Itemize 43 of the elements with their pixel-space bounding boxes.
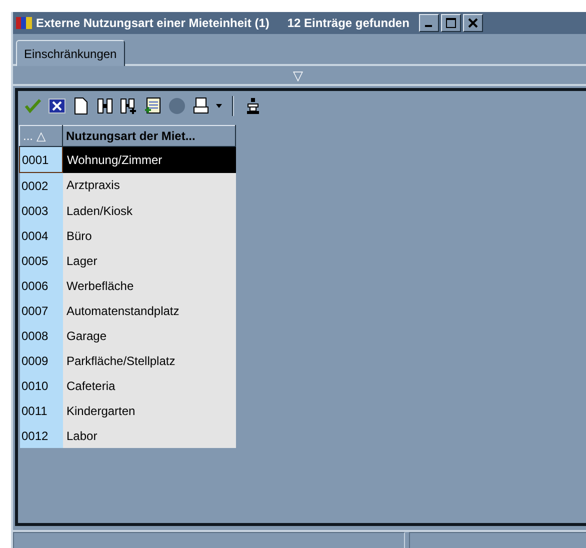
maximize-button[interactable] — [441, 14, 462, 32]
table-cell: 0009 — [20, 348, 62, 373]
table-cell[interactable]: Werbefläche — [62, 273, 236, 298]
table-cell[interactable]: Büro — [62, 223, 236, 248]
table-cell: 0001 — [20, 146, 62, 172]
table-cell: 0005 — [20, 248, 62, 273]
table-cell[interactable]: Laden/Kiosk — [62, 198, 236, 223]
table-cell: 0008 — [20, 323, 62, 348]
close-icon — [468, 18, 478, 28]
binoculars-icon[interactable] — [96, 97, 114, 115]
window-title: Externe Nutzungsart einer Mieteinheit (1) — [36, 16, 270, 30]
table-cell: 0007 — [20, 298, 62, 323]
table-cell: 0003 — [20, 198, 62, 223]
tab[interactable]: Einschränkungen — [16, 40, 125, 66]
table-cell[interactable]: Automatenstandplatz — [62, 298, 236, 323]
table-cell: 0011 — [20, 398, 62, 423]
document-icon[interactable] — [72, 97, 90, 115]
table-cell[interactable]: Labor — [62, 423, 236, 448]
printer-icon[interactable] — [192, 97, 210, 115]
app-icon — [16, 16, 32, 30]
table-cell[interactable]: Kindergarten — [62, 398, 236, 423]
record-count: 12 Einträge gefunden — [287, 16, 410, 30]
close-button[interactable] — [463, 14, 484, 32]
table-cell[interactable]: Garage — [62, 323, 236, 348]
close-icon[interactable] — [48, 97, 66, 115]
maximize-icon — [446, 18, 456, 28]
table-cell: 0012 — [20, 423, 62, 448]
binoculars-plus-icon[interactable] — [120, 97, 138, 115]
table-cell: 0004 — [20, 223, 62, 248]
table-cell: 0002 — [20, 172, 62, 198]
table-cell: 0006 — [20, 273, 62, 298]
table-cell[interactable]: Cafeteria — [62, 373, 236, 398]
check-icon[interactable] — [24, 97, 42, 115]
stamp-icon[interactable] — [244, 97, 262, 115]
table-cell[interactable]: Parkfläche/Stellplatz — [62, 348, 236, 373]
table-cell: 0010 — [20, 373, 62, 398]
table-import-icon[interactable] — [144, 97, 162, 115]
minimize-button[interactable] — [419, 14, 440, 32]
table-cell[interactable]: Wohnung/Zimmer — [62, 146, 236, 172]
table-cell[interactable]: Lager — [62, 248, 236, 273]
caret-icon[interactable] — [216, 104, 222, 108]
column-header[interactable]: Nutzungsart der Miet... — [62, 126, 236, 146]
table-cell[interactable]: Arztpraxis — [62, 172, 236, 198]
